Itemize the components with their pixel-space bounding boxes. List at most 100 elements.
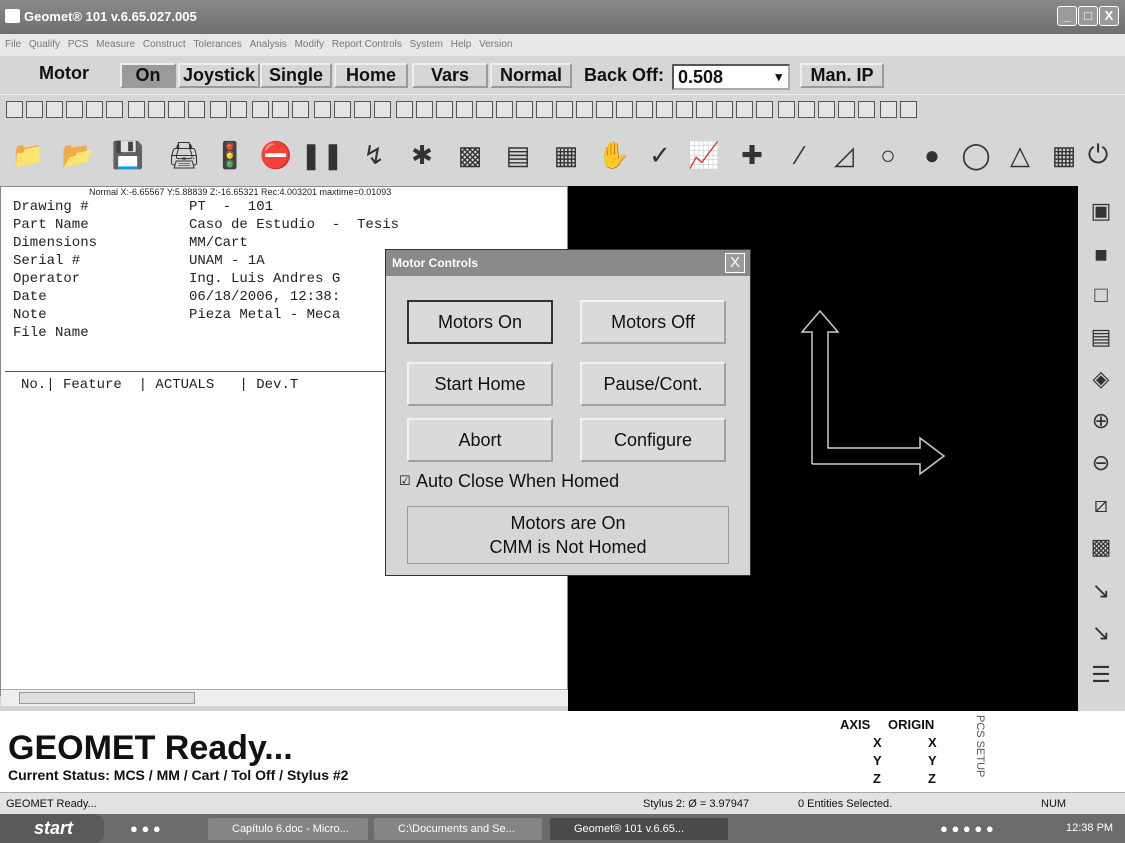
zoom-icon[interactable] xyxy=(188,101,205,118)
horizontal-scrollbar[interactable] xyxy=(1,689,569,706)
motors-on-button[interactable]: Motors On xyxy=(407,300,553,344)
select-alt-icon[interactable]: ↘ xyxy=(1084,616,1118,650)
power-icon[interactable]: ⏻ xyxy=(1076,132,1120,178)
probe-view-icon[interactable]: ▩ xyxy=(1084,530,1118,564)
tool-icon[interactable] xyxy=(536,101,553,118)
start-button[interactable]: start xyxy=(0,814,104,843)
view-front-icon[interactable]: □ xyxy=(1084,278,1118,312)
home-button[interactable]: Home xyxy=(334,63,408,88)
menu-analysis[interactable]: Analysis xyxy=(250,39,287,50)
tool-icon[interactable] xyxy=(778,101,795,118)
tool-icon[interactable] xyxy=(616,101,633,118)
autoclose-checkbox[interactable]: ☑ xyxy=(399,473,411,489)
view-solid-icon[interactable]: ■ xyxy=(1084,238,1118,272)
line-icon[interactable]: ∕ xyxy=(776,132,824,178)
view-side-icon[interactable]: ▤ xyxy=(1084,320,1118,354)
zoom-out-icon[interactable]: ⊖ xyxy=(1084,446,1118,480)
single-button[interactable]: Single xyxy=(260,63,332,88)
on-button[interactable]: On xyxy=(120,63,176,88)
tool-icon[interactable] xyxy=(496,101,513,118)
tool-icon[interactable] xyxy=(556,101,573,118)
tool-icon[interactable] xyxy=(86,101,103,118)
open-folder-icon[interactable]: 📁 xyxy=(4,132,52,178)
menu-tolerances[interactable]: Tolerances xyxy=(193,39,241,50)
stop-icon[interactable]: ⛔ xyxy=(252,132,300,178)
tool-icon[interactable] xyxy=(516,101,533,118)
minimize-button[interactable]: _ xyxy=(1057,6,1077,26)
tool-icon[interactable] xyxy=(756,101,773,118)
taskbar-item-word[interactable]: Capítulo 6.doc - Micro... xyxy=(208,818,368,840)
tool-icon[interactable] xyxy=(576,101,593,118)
start-home-button[interactable]: Start Home xyxy=(407,362,553,406)
quick-launch-icons[interactable]: ● ● ● xyxy=(130,821,161,836)
tool-icon[interactable] xyxy=(46,101,63,118)
dialog-close-button[interactable]: X xyxy=(725,253,745,273)
tool-icon[interactable] xyxy=(230,101,247,118)
motors-off-button[interactable]: Motors Off xyxy=(580,300,726,344)
menu-qualify[interactable]: Qualify xyxy=(29,39,60,50)
tool-icon[interactable] xyxy=(416,101,433,118)
tool-icon[interactable] xyxy=(354,101,371,118)
taskbar-item-explorer[interactable]: C:\Documents and Se... xyxy=(374,818,542,840)
taskbar-item-geomet[interactable]: Geomet® 101 v.6.65... xyxy=(550,818,728,840)
list-icon[interactable]: ☰ xyxy=(1084,658,1118,692)
man-ip-button[interactable]: Man. IP xyxy=(800,63,884,88)
tool-icon[interactable] xyxy=(880,101,897,118)
close-button[interactable]: X xyxy=(1099,6,1119,26)
tool-icon[interactable] xyxy=(106,101,123,118)
tool-icon[interactable] xyxy=(736,101,753,118)
menu-report-controls[interactable]: Report Controls xyxy=(332,39,402,50)
tool-icon[interactable] xyxy=(66,101,83,118)
zoom-out-icon[interactable] xyxy=(148,101,165,118)
tool-icon[interactable] xyxy=(798,101,815,118)
circle-icon[interactable]: ○ xyxy=(864,132,912,178)
tool-icon[interactable] xyxy=(272,101,289,118)
tool-icon[interactable] xyxy=(334,101,351,118)
tool-icon[interactable] xyxy=(210,101,227,118)
tool-icon[interactable] xyxy=(252,101,269,118)
zoom-in-icon[interactable] xyxy=(128,101,145,118)
point-icon[interactable]: ✚ xyxy=(728,132,776,178)
tool-icon[interactable] xyxy=(26,101,43,118)
tool-icon[interactable] xyxy=(656,101,673,118)
tool-icon[interactable] xyxy=(456,101,473,118)
tool-icon[interactable] xyxy=(396,101,413,118)
tool-icon[interactable] xyxy=(696,101,713,118)
eraser-icon[interactable]: ▩ xyxy=(446,132,494,178)
tool-icon[interactable] xyxy=(436,101,453,118)
tool-icon[interactable] xyxy=(292,101,309,118)
cylinder-icon[interactable]: ◯ xyxy=(952,132,1000,178)
view-cube-icon[interactable]: ▣ xyxy=(1084,194,1118,228)
menu-pcs[interactable]: PCS xyxy=(68,39,89,50)
maximize-button[interactable]: □ xyxy=(1078,6,1098,26)
tool-icon[interactable] xyxy=(858,101,875,118)
tool-icon[interactable] xyxy=(636,101,653,118)
check-icon[interactable]: ✓ xyxy=(636,132,684,178)
cone-icon[interactable]: △ xyxy=(996,132,1044,178)
print-icon[interactable]: 🖨 xyxy=(160,132,208,178)
menu-measure[interactable]: Measure xyxy=(96,39,135,50)
tool-icon[interactable] xyxy=(900,101,917,118)
backoff-select[interactable]: 0.508 ▾ xyxy=(672,64,790,90)
menu-modify[interactable]: Modify xyxy=(295,39,324,50)
pause-cont-button[interactable]: Pause/Cont. xyxy=(580,362,726,406)
menu-file[interactable]: File xyxy=(5,39,21,50)
tool-icon[interactable] xyxy=(596,101,613,118)
chevron-down-icon[interactable]: ▾ xyxy=(775,66,782,88)
normal-button[interactable]: Normal xyxy=(490,63,572,88)
tool-icon[interactable] xyxy=(818,101,835,118)
chart-icon[interactable]: 📈 xyxy=(680,132,728,178)
zoom-icon[interactable] xyxy=(168,101,185,118)
hand-icon[interactable]: ✋ xyxy=(590,132,638,178)
tool-icon[interactable] xyxy=(838,101,855,118)
tool-icon[interactable] xyxy=(374,101,391,118)
menu-version[interactable]: Version xyxy=(479,39,512,50)
asterisk-icon[interactable]: ✱ xyxy=(398,132,446,178)
traffic-light-icon[interactable]: 🚦 xyxy=(206,132,254,178)
zoom-in-icon[interactable]: ⊕ xyxy=(1084,404,1118,438)
view-iso-icon[interactable]: ◈ xyxy=(1084,362,1118,396)
select-icon[interactable]: ↘ xyxy=(1084,574,1118,608)
plane-icon[interactable]: ◿ xyxy=(820,132,868,178)
tool-icon[interactable] xyxy=(676,101,693,118)
scroll-thumb[interactable] xyxy=(19,692,195,704)
